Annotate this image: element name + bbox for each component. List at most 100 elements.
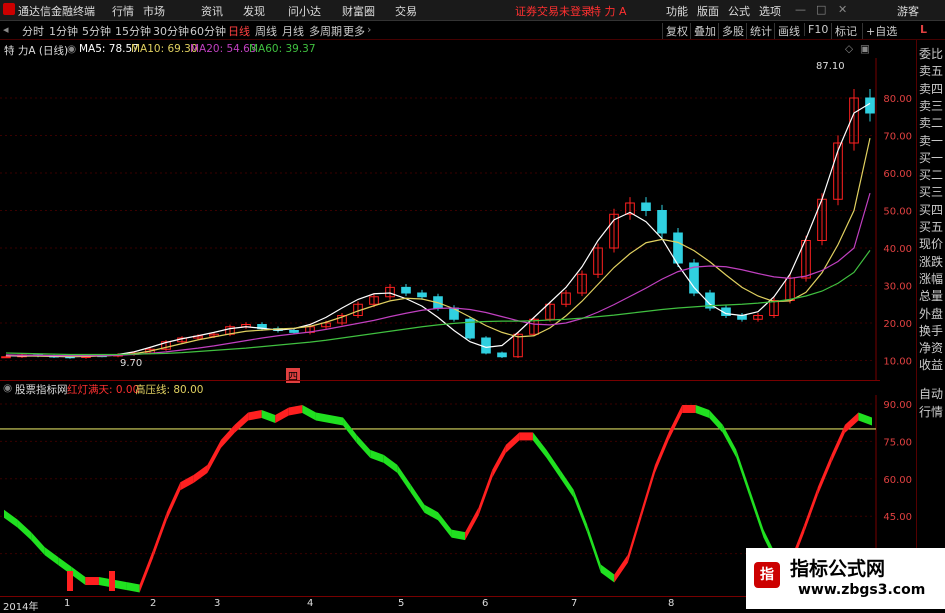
indicator-down-segment [560,469,574,498]
menu-wenxiaoda[interactable]: 问小达 [288,3,321,19]
indicator-up-segment [193,464,208,483]
quote-panel: 委比 卖五 卖四 卖三 卖二 卖一 买一 买二 买三 买四 买五 现价 涨跌 涨幅 总量 外盘 换手 净资 收益自动… [916,40,945,609]
menu-shichang[interactable]: 市场 [143,3,165,19]
quote-item[interactable]: 外盘 [919,306,943,323]
indicator-down-segment [858,412,872,426]
period-monthly[interactable]: 月线 [282,23,304,39]
price-tick-label: 80.00 [883,94,912,105]
indicator-header: ◉ 股票指标网 红灯满天: 0.00 高压线: 80.00 [0,380,880,396]
x-label-6: 6 [482,598,489,609]
quote-item[interactable]: 总量 [919,288,943,305]
quote-item[interactable]: 买三 [919,184,943,201]
indicator-up-segment [166,482,181,521]
price-tick-label: 20.00 [883,319,912,330]
quote-item[interactable]: 卖一 [919,133,943,150]
period-daily[interactable]: 日线 [228,23,250,39]
quote-item[interactable]: 涨跌 [919,254,943,271]
menu-hangqing[interactable]: 行情 [112,3,134,19]
quote-item[interactable]: 卖五 [919,63,943,80]
indicator-tick-label: 75.00 [883,437,912,448]
price-tick-label: 10.00 [883,357,912,368]
low-price-label: 9.70 [120,358,143,369]
ma5-label: MA5: 78.57 [79,43,139,55]
menu-caifuquan[interactable]: 财富圈 [342,3,375,19]
watermark-logo-icon: 指 [754,562,780,588]
close-icon[interactable]: ✕ [838,3,847,16]
minimize-icon[interactable]: — [795,3,806,16]
candlestick-chart[interactable]: 10.00 20.00 30.00 40.00 50.00 60.00 70.00 80.00 [0,58,916,380]
quote-item[interactable]: 现价 [919,236,943,253]
signal-bar [67,571,73,591]
indicator-up-segment [180,474,194,491]
tool-fuquan[interactable]: 复权 [662,23,688,39]
login-status[interactable]: 证券交易未登录 [515,3,592,19]
menu-banmian[interactable]: 版面 [697,3,719,19]
indicator-down-segment [44,547,59,566]
indicator-up-segment [614,554,628,583]
menu-xuanxiang[interactable]: 选项 [759,3,781,19]
indicator-settings-icon[interactable]: ◉ [3,382,12,394]
indicator-up-segment [478,469,493,516]
tool-duogu[interactable]: 多股 [718,23,744,39]
period-5min[interactable]: 5分钟 [82,23,111,39]
indicator-up-segment [655,432,669,473]
high-price-label: 87.10 [816,61,845,72]
period-15min[interactable]: 15分钟 [115,23,151,39]
period-fenshi[interactable]: 分时 [22,23,44,39]
indicator-down-segment [356,434,371,458]
period-60min[interactable]: 60分钟 [190,23,226,39]
indicator-down-segment [329,414,344,426]
x-label-2: 2 [150,598,157,609]
tool-zixuan[interactable]: +自选 [862,23,897,39]
menu-gongneng[interactable]: 功能 [666,3,688,19]
menu-zixun[interactable]: 资讯 [201,3,223,19]
menu-jiaoyi[interactable]: 交易 [395,3,417,19]
indicator-up-segment [465,507,479,541]
ma-info-bar: 特 力A (日线) ◉ MA5: 78.57 MA10: 69.30 MA20:… [0,41,880,57]
period-more[interactable]: 更多 [343,23,365,39]
watermark: 指 指标公式网 www.zbgs3.com [746,548,945,609]
indicator-up-segment [153,512,167,558]
maximize-icon[interactable]: □ [816,3,826,16]
quote-item[interactable]: 买二 [919,167,943,184]
quote-item[interactable]: 自动 [919,386,943,403]
quote-item[interactable]: 卖三 [919,98,943,115]
indicator-down-segment [546,449,561,478]
guest-button[interactable]: 游客 [897,3,919,19]
quote-item[interactable]: 涨幅 [919,271,943,288]
window-icon[interactable]: ▣ [860,43,870,55]
period-weekly[interactable]: 周线 [255,23,277,39]
x-label-year: 2014年 [3,602,39,613]
x-label-7: 7 [571,598,578,609]
quote-item[interactable]: 买四 [919,202,943,219]
period-1min[interactable]: 1分钟 [49,23,78,39]
quote-item[interactable]: 行情 [919,404,943,421]
price-tick-label: 50.00 [883,207,912,218]
expand-icon[interactable]: ◂ [3,23,9,36]
chevron-right-icon[interactable]: › [367,23,371,36]
quote-item[interactable]: 买五 [919,219,943,236]
period-multi[interactable]: 多周期 [309,23,342,39]
quote-item[interactable]: 卖四 [919,81,943,98]
menu-gongshi[interactable]: 公式 [728,3,750,19]
menu-faxian[interactable]: 发现 [243,3,265,19]
tool-tongji[interactable]: 统计 [746,23,772,39]
settings-dot-icon[interactable]: ◉ [67,43,76,55]
quote-item[interactable]: 收益 [919,357,943,374]
tool-f10[interactable]: F10 [804,23,828,36]
tool-diejia[interactable]: 叠加 [690,23,716,39]
indicator-down-segment [532,432,547,458]
period-30min[interactable]: 30分钟 [153,23,189,39]
quote-item[interactable]: 买一 [919,150,943,167]
quote-item[interactable]: 净资 [919,340,943,357]
quote-item[interactable]: 卖二 [919,115,943,132]
x-label-1: 1 [64,598,71,609]
candle-body [417,292,427,298]
tool-biaoji[interactable]: 标记 [831,23,857,39]
quote-item[interactable]: 委比 [919,46,943,63]
panel-toggle-icon[interactable]: L [920,23,927,36]
diamond-icon[interactable]: ◇ [845,43,853,55]
x-label-5: 5 [398,598,405,609]
tool-huaxian[interactable]: 画线 [774,23,800,39]
quote-item[interactable]: 换手 [919,323,943,340]
